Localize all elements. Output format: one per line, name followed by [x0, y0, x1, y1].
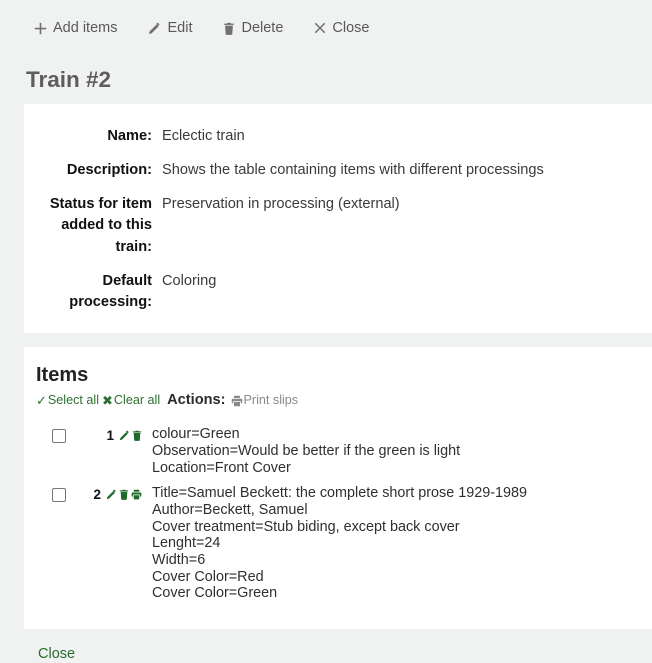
edit-label: Edit: [167, 21, 192, 36]
item-sequence-number: 1: [106, 429, 114, 443]
item-actions-cell: 1: [70, 426, 142, 443]
item-list: 1 colour=Green Observation=Would be bett…: [24, 426, 652, 602]
printer-icon[interactable]: [131, 489, 142, 500]
item-metadata-line: Cover Color=Green: [152, 585, 527, 602]
plus-icon: [34, 22, 47, 35]
check-icon: ✓: [36, 394, 47, 407]
item-metadata-line: Location=Front Cover: [152, 460, 460, 477]
detail-value-description: Shows the table containing items with di…: [162, 160, 556, 181]
item-metadata-line: Author=Beckett, Samuel: [152, 502, 527, 519]
train-detail-list: Name: Eclectic train Description: Shows …: [24, 126, 652, 313]
trash-icon: [223, 22, 235, 35]
item-metadata: Title=Samuel Beckett: the complete short…: [152, 485, 537, 602]
print-slips-link[interactable]: Print slips: [231, 394, 299, 407]
table-row: 2 Title=Samuel Beckett: the complete sho…: [24, 485, 652, 602]
detail-label-name: Name:: [24, 126, 152, 147]
delete-label: Delete: [241, 21, 283, 36]
edit-button[interactable]: Edit: [148, 21, 192, 36]
close-button[interactable]: Close: [314, 21, 369, 36]
trash-icon[interactable]: [132, 430, 142, 441]
detail-value-name: Eclectic train: [162, 126, 257, 147]
detail-value-default-processing: Coloring: [162, 271, 228, 313]
item-checkbox-cell: [24, 485, 70, 502]
item-metadata-line: Cover Color=Red: [152, 569, 527, 586]
footer-close-link[interactable]: Close: [38, 646, 75, 662]
pencil-icon[interactable]: [119, 430, 130, 441]
pencil-icon[interactable]: [106, 489, 117, 500]
item-metadata-line: Lenght=24: [152, 535, 527, 552]
item-metadata-line: colour=Green: [152, 426, 460, 443]
item-sequence-number: 2: [93, 488, 101, 502]
detail-label-status: Status for item added to this train:: [24, 194, 152, 257]
item-metadata-line: Width=6: [152, 552, 527, 569]
close-label: Close: [332, 21, 369, 36]
item-checkbox[interactable]: [52, 429, 66, 443]
table-row: 1 colour=Green Observation=Would be bett…: [24, 426, 652, 476]
item-checkbox[interactable]: [52, 488, 66, 502]
footer: Close: [0, 629, 652, 663]
detail-row: Status for item added to this train: Pre…: [24, 194, 652, 257]
select-all-link[interactable]: ✓ Select all: [36, 394, 99, 407]
trash-icon[interactable]: [119, 489, 129, 500]
close-icon: [314, 22, 326, 34]
items-actions-bar: ✓ Select all ✖ Clear all Actions: Print …: [36, 392, 652, 409]
add-items-button[interactable]: Add items: [34, 21, 117, 36]
item-metadata-line: Observation=Would be better if the green…: [152, 443, 460, 460]
item-actions-cell: 2: [70, 485, 142, 502]
actions-label: Actions:: [167, 393, 225, 408]
select-all-label: Select all: [48, 394, 99, 407]
item-checkbox-cell: [24, 426, 70, 443]
items-panel: Items ✓ Select all ✖ Clear all Actions: …: [24, 347, 652, 629]
items-heading: Items: [36, 361, 652, 389]
x-mark-icon: ✖: [102, 394, 113, 407]
detail-row: Default processing: Coloring: [24, 271, 652, 313]
printer-icon: [231, 395, 243, 407]
page-title: Train #2: [0, 56, 652, 104]
train-detail-panel: Name: Eclectic train Description: Shows …: [24, 104, 652, 333]
detail-label-default-processing: Default processing:: [24, 271, 152, 313]
clear-all-label: Clear all: [114, 394, 160, 407]
item-metadata-line: Cover treatment=Stub biding, except back…: [152, 519, 527, 536]
toolbar: Add items Edit Delete Close: [0, 0, 652, 56]
clear-all-link[interactable]: ✖ Clear all: [102, 394, 160, 407]
item-metadata-line: Title=Samuel Beckett: the complete short…: [152, 485, 527, 502]
detail-value-status: Preservation in processing (external): [162, 194, 412, 257]
print-slips-label: Print slips: [244, 394, 299, 407]
detail-row: Name: Eclectic train: [24, 126, 652, 147]
detail-row: Description: Shows the table containing …: [24, 160, 652, 181]
detail-label-description: Description:: [24, 160, 152, 181]
item-metadata: colour=Green Observation=Would be better…: [152, 426, 470, 476]
add-items-label: Add items: [53, 21, 117, 36]
pencil-icon: [148, 22, 161, 35]
delete-button[interactable]: Delete: [223, 21, 283, 36]
